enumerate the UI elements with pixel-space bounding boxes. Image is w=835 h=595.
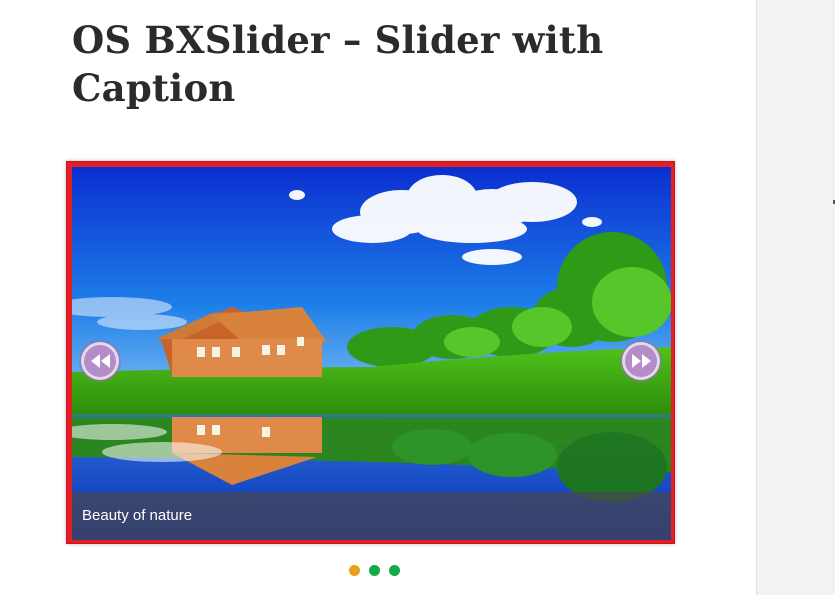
pager-dot-3[interactable] [389, 565, 400, 576]
prev-slide-button[interactable] [81, 342, 119, 380]
right-sidebar [756, 0, 835, 595]
pager-dot-2[interactable] [369, 565, 380, 576]
slider: Beauty of nature [66, 161, 675, 544]
slide-caption: Beauty of nature [82, 507, 193, 524]
caption-bar: Beauty of nature [72, 492, 671, 540]
slider-pager [349, 565, 400, 577]
landscape-image [72, 167, 671, 540]
next-slide-button[interactable] [622, 342, 660, 380]
slide-image: Beauty of nature [72, 167, 671, 540]
fast-forward-icon [632, 354, 651, 368]
pager-dot-1[interactable] [349, 565, 360, 576]
page-title: OS BXSlider – Slider with Caption [72, 18, 604, 110]
rewind-icon [91, 354, 110, 368]
